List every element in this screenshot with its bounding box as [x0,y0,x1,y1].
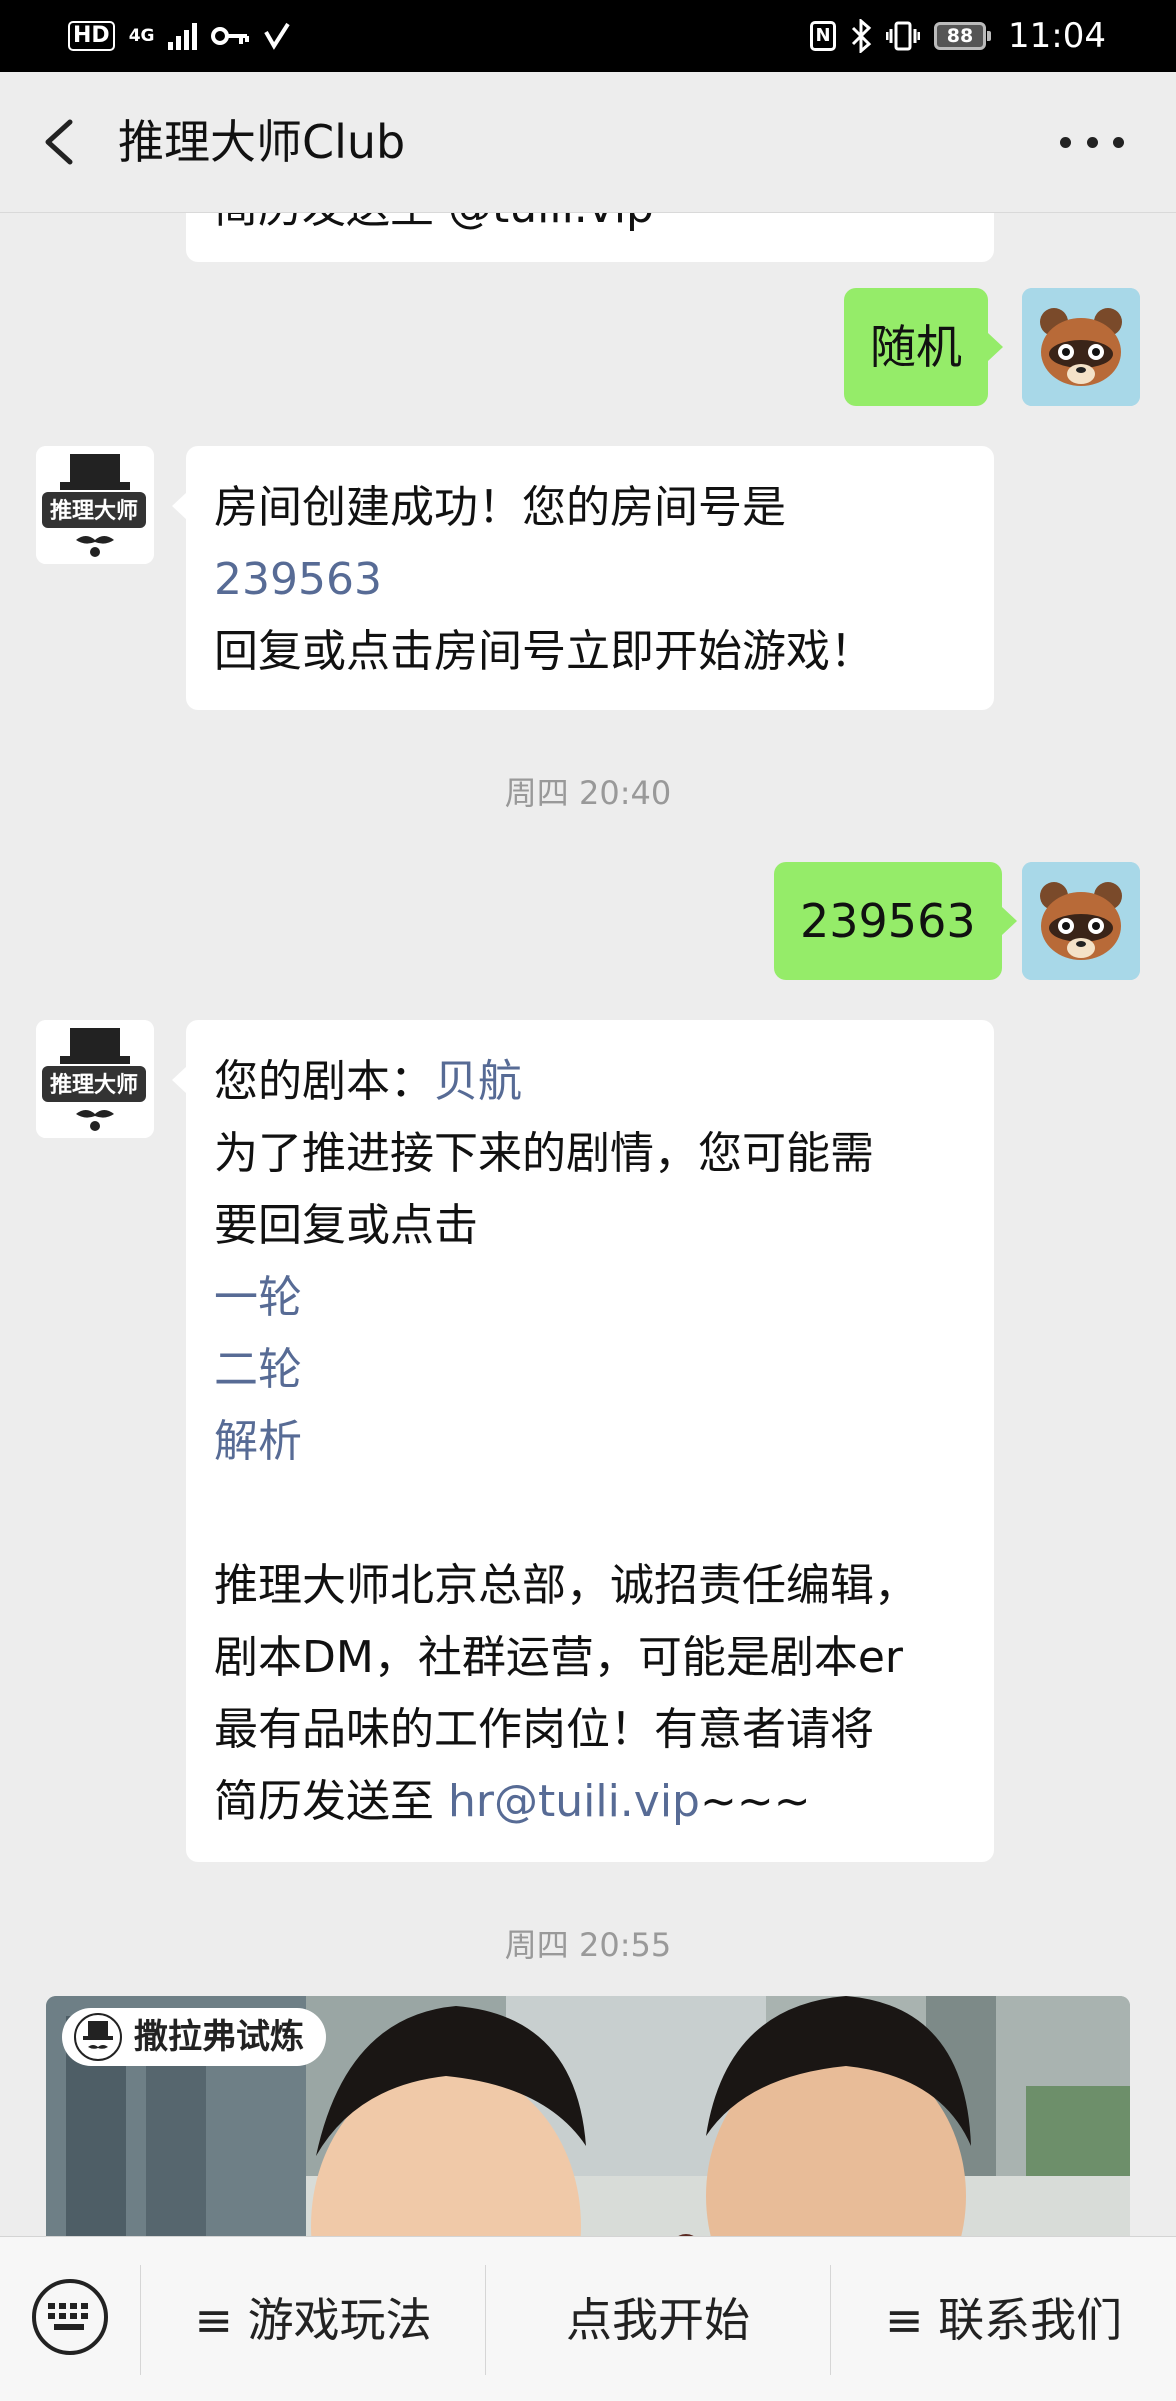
bot-avatar[interactable]: 推理大师 [36,446,154,564]
room-number-link[interactable]: 239563 [214,544,966,616]
back-arrow-icon[interactable] [34,110,94,174]
message-line: 简历发送至 hr@tuili.vip~~~ [214,1766,966,1838]
chat-area[interactable]: 简历发送至 @tuili.vip 随机 推理大师 房间创建成功！您的房间 [0,212,1176,2236]
message-line: 您的剧本：贝航 [214,1046,966,1118]
chat-title: 推理大师Club [118,115,406,169]
svg-text:推理大师: 推理大师 [50,1072,138,1098]
signal-icon [168,22,198,50]
email-link[interactable]: hr@tuili.vip [448,1776,700,1827]
svg-text:推理大师: 推理大师 [50,498,138,524]
sent-message-bubble[interactable]: 239563 [774,862,1017,980]
user-avatar-raccoon [1022,862,1140,980]
message-line: 剧本DM，社群运营，可能是剧本er [214,1632,904,1683]
menu-start-button[interactable]: 点我开始 [486,2285,830,2355]
bot-avatar-logo: 推理大师 [36,1020,154,1138]
message-line: 要回复或点击 [214,1200,478,1251]
option-analysis-link[interactable]: 解析 [214,1406,966,1478]
message-line: 回复或点击房间号立即开始游戏！ [214,626,874,677]
user-avatar[interactable] [1022,862,1140,980]
message-text: 简历发送至 [214,1776,448,1827]
message-line: 为了推进接下来的剧情，您可能需 [214,1128,874,1179]
battery-icon: 88 [934,22,992,50]
keyboard-icon[interactable] [30,2277,110,2357]
more-dots-icon[interactable] [1060,120,1124,164]
video-tag-label: 撒拉弗试炼 [134,2017,304,2057]
checkmark-icon [264,22,291,50]
status-bar: HD 4G N 88 11:04 [0,0,1176,72]
vibrate-icon [886,21,921,51]
message-text: 239563 [800,894,976,948]
chat-header: 推理大师Club [0,72,1176,213]
timestamp: 周四 20:55 [504,1926,672,1964]
message-bubble-clipped: 简历发送至 @tuili.vip [186,212,994,262]
script-name-link[interactable]: 贝航 [434,1056,522,1107]
timestamp: 周四 20:40 [504,774,672,812]
menu-contact-button[interactable]: ≡ 联系我们 [831,2285,1176,2355]
hd-icon: HD [68,21,115,51]
network-type: 4G [128,25,155,46]
menu-game-rules-button[interactable]: ≡ 游戏玩法 [141,2285,485,2355]
bot-avatar[interactable]: 推理大师 [36,1020,154,1138]
message-line: 最有品味的工作岗位！有意者请将 [214,1704,874,1755]
service-menu-bar: ≡ 游戏玩法 点我开始 ≡ 联系我们 [0,2236,1176,2401]
message-line: 推理大师北京总部，诚招责任编辑， [214,1560,918,1611]
message-text: ~~~ [699,1776,811,1827]
key-vpn-icon [211,27,250,45]
user-avatar-raccoon [1022,288,1140,406]
message-text: 简历发送至 @tuili.vip [214,212,654,233]
video-title-tag: 撒拉弗试炼 [62,2008,326,2066]
user-avatar[interactable] [1022,288,1140,406]
top-hat-icon [74,2013,122,2061]
received-message-bubble: 您的剧本：贝航 为了推进接下来的剧情，您可能需 要回复或点击 一轮 二轮 解析 … [172,1020,994,1862]
video-message-card[interactable]: 撒拉弗试炼 [46,1996,1130,2236]
sent-message-bubble[interactable]: 随机 [844,288,1003,406]
message-text: 随机 [870,320,962,374]
clock: 11:04 [1008,16,1106,56]
bot-avatar-logo: 推理大师 [36,446,154,564]
option-round-two-link[interactable]: 二轮 [214,1334,966,1406]
received-message-bubble: 房间创建成功！您的房间号是 239563 回复或点击房间号立即开始游戏！ [172,446,994,710]
message-line: 房间创建成功！您的房间号是 [214,482,786,533]
option-round-one-link[interactable]: 一轮 [214,1262,966,1334]
nfc-icon: N [810,21,837,51]
bluetooth-icon [851,19,872,53]
script-label: 您的剧本： [214,1056,434,1107]
